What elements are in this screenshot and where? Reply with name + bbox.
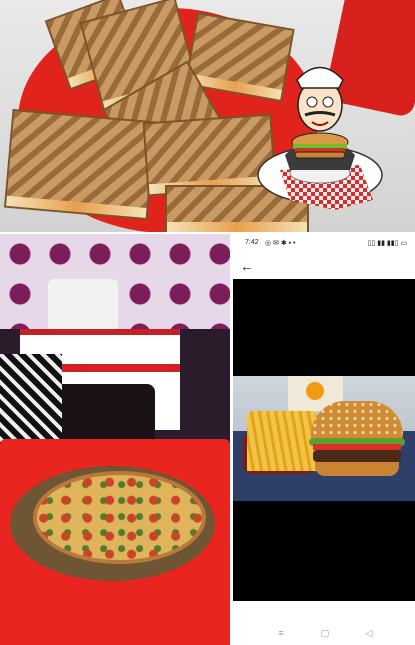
recent-apps-icon[interactable]: ≡: [271, 628, 291, 638]
sandwich-photo: [0, 0, 415, 232]
signal-battery-icon: ▯▯ ▮▮ ▮▮▯ ▭: [367, 240, 407, 247]
navigation-bar: ≡ ▢ ◁: [233, 623, 415, 645]
bun-bottom: [315, 462, 399, 476]
status-bar: 7:42 ◎ ✉ ✱ ▪ • ▯▯ ▮▮ ▮▮▯ ▭: [233, 234, 415, 252]
chef-sandwich-logo: [257, 66, 383, 210]
patty: [313, 450, 401, 462]
image-viewer[interactable]: [233, 279, 415, 601]
notification-icons: ◎ ✉ ✱ ▪ •: [265, 240, 296, 247]
status-time: 7:42: [245, 239, 259, 246]
plastic-bag: [48, 279, 118, 329]
pizza: [33, 471, 206, 564]
app-bar: ←: [233, 252, 415, 280]
nav-back-icon[interactable]: ◁: [359, 628, 379, 639]
pizza-photo: [0, 234, 230, 645]
fries: [247, 411, 317, 471]
back-arrow-icon[interactable]: ←: [237, 256, 257, 276]
bun-top: [311, 401, 403, 441]
burger-image: [233, 376, 415, 501]
sandwich-slice: [3, 108, 157, 221]
phone-screenshot: 7:42 ◎ ✉ ✱ ▪ • ▯▯ ▮▮ ▮▮▯ ▭ ← ≡ ▢ ◁: [233, 234, 415, 645]
home-icon[interactable]: ▢: [315, 628, 335, 639]
